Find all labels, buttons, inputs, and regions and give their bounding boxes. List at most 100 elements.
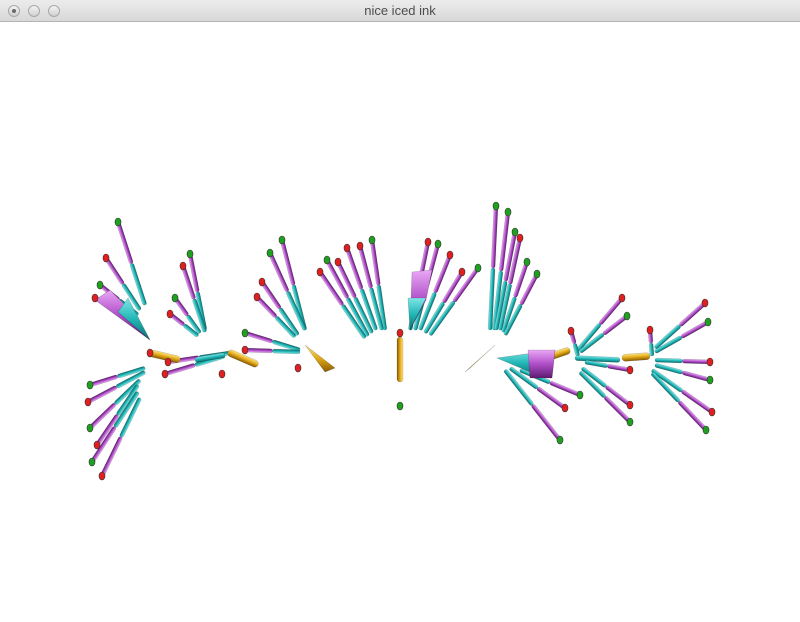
red-tip <box>334 257 342 267</box>
red-tip <box>708 407 716 417</box>
rod-body <box>648 342 655 357</box>
rod-body <box>244 331 273 344</box>
rod <box>272 348 301 355</box>
green-tip <box>368 235 376 245</box>
red-tip <box>356 241 364 251</box>
rod-body <box>370 239 381 286</box>
rod-body <box>396 336 404 383</box>
red-tip <box>102 253 110 263</box>
cone <box>304 344 336 373</box>
rod <box>89 374 118 387</box>
green-tip <box>88 457 96 467</box>
red-tip <box>258 277 266 287</box>
rod-body <box>536 386 566 410</box>
red-tip <box>561 403 569 413</box>
red-tip <box>626 400 634 410</box>
green-tip <box>396 401 404 411</box>
title-bar: nice iced ink <box>0 0 800 22</box>
red-tip <box>446 250 454 260</box>
green-tip <box>504 207 512 217</box>
red-tip <box>458 267 466 277</box>
green-tip <box>474 263 482 273</box>
app-window: nice iced ink <box>0 0 800 622</box>
green-tip <box>492 201 500 211</box>
rod-body <box>89 374 118 387</box>
green-tip <box>96 280 104 290</box>
red-tip <box>179 261 187 271</box>
red-tip <box>166 309 174 319</box>
rod-body <box>621 352 651 362</box>
rod <box>244 347 273 354</box>
rod <box>682 358 711 365</box>
rod-body <box>682 358 711 365</box>
red-tip <box>618 293 626 303</box>
red-tip <box>93 440 101 450</box>
render-canvas[interactable] <box>0 22 800 622</box>
rod <box>490 205 499 269</box>
red-tip <box>294 363 302 373</box>
red-tip <box>164 357 172 367</box>
rod <box>244 331 273 344</box>
green-tip <box>171 293 179 303</box>
red-tip <box>84 397 92 407</box>
rod <box>116 221 134 264</box>
cone <box>464 344 496 373</box>
rod-body <box>490 205 499 269</box>
rod <box>370 239 381 286</box>
green-tip <box>86 380 94 390</box>
rod-body <box>116 221 134 264</box>
green-tip <box>533 269 541 279</box>
rod-body <box>654 357 683 364</box>
cone-group <box>94 269 556 379</box>
green-tip <box>623 311 631 321</box>
rod-body <box>574 355 621 363</box>
rod <box>396 336 404 383</box>
rod-body <box>272 348 301 355</box>
window-title: nice iced ink <box>364 3 436 18</box>
green-tip <box>278 235 286 245</box>
rod-body <box>531 404 562 441</box>
red-tip <box>424 237 432 247</box>
red-tip <box>253 292 261 302</box>
rod <box>549 381 581 397</box>
red-tip <box>396 328 404 338</box>
stick-group <box>87 205 713 477</box>
red-tip <box>567 326 575 336</box>
green-tip <box>706 375 714 385</box>
rod-body <box>682 370 711 382</box>
red-tip <box>626 365 634 375</box>
red-tip <box>316 267 324 277</box>
green-tip <box>511 227 519 237</box>
green-tip <box>523 257 531 267</box>
green-tip <box>434 239 442 249</box>
green-tip <box>626 417 634 427</box>
green-tip <box>702 425 710 435</box>
red-tip <box>218 369 226 379</box>
red-tip <box>98 471 106 481</box>
green-tip <box>186 249 194 259</box>
rod <box>621 352 651 362</box>
cone <box>527 349 556 379</box>
rod <box>531 404 562 441</box>
green-tip <box>266 248 274 258</box>
green-tip <box>86 423 94 433</box>
red-tip <box>706 357 714 367</box>
red-tip <box>343 243 351 253</box>
green-tip <box>323 255 331 265</box>
rod <box>574 355 621 363</box>
rod <box>654 357 683 364</box>
rod <box>536 386 566 410</box>
green-tip <box>576 390 584 400</box>
green-tip <box>114 217 122 227</box>
rod <box>682 370 711 382</box>
red-tip <box>161 369 169 379</box>
red-tip <box>146 348 154 358</box>
green-tip <box>704 317 712 327</box>
red-tip <box>91 293 99 303</box>
scene-svg <box>84 201 716 481</box>
red-tip <box>646 325 654 335</box>
rod <box>648 342 655 357</box>
red-tip <box>516 233 524 243</box>
red-tip <box>241 345 249 355</box>
green-tip <box>241 328 249 338</box>
